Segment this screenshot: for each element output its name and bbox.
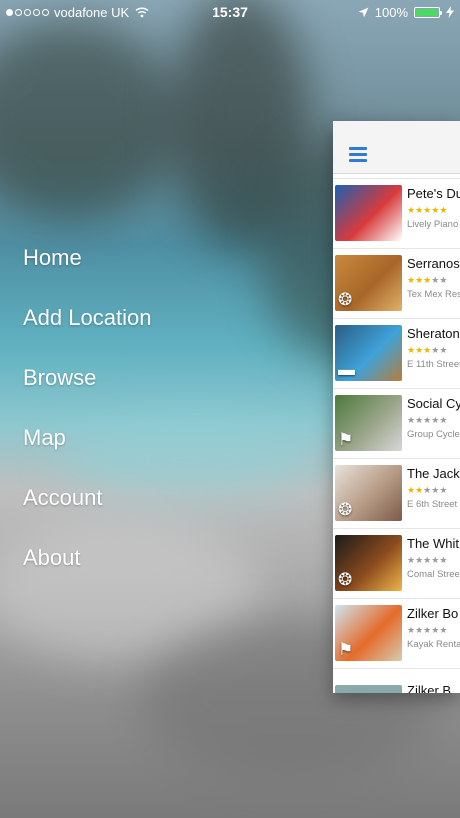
listing-row[interactable]: ⚑ Zilker Bo ★★★★★ Kayak Renta xyxy=(333,598,460,669)
star-icon: ★ xyxy=(439,415,448,425)
hiker-icon: ⚑ xyxy=(338,430,354,449)
location-arrow-icon xyxy=(358,7,369,17)
charging-bolt-icon xyxy=(446,6,454,18)
rating-stars: ★★★★★ xyxy=(407,275,447,286)
battery-percent: 100% xyxy=(374,4,408,20)
partial-listing-name: Zilker B xyxy=(407,683,452,693)
rating-stars: ★★★★★ xyxy=(407,555,447,566)
menu-item-about[interactable]: About xyxy=(23,540,151,600)
listing-subtitle: Lively Piano xyxy=(407,219,459,230)
listing-thumbnail: ▬ xyxy=(335,325,402,381)
panel-navigation-bar xyxy=(333,121,460,174)
star-icon: ★ xyxy=(439,275,448,285)
star-icon: ★ xyxy=(439,205,448,215)
listing-name: Social Cy xyxy=(407,396,460,411)
side-menu: Home Add Location Browse Map Account Abo… xyxy=(23,240,151,600)
listing-subtitle: E 6th Street xyxy=(407,499,458,510)
menu-item-account[interactable]: Account xyxy=(23,480,151,540)
content-panel[interactable]: Pete's Du ★★★★★ Lively Piano ❂ Serranos ★★★★★… xyxy=(333,121,460,693)
listing-subtitle: E 11th Street xyxy=(407,359,460,370)
star-icon: ★ xyxy=(415,415,424,425)
star-icon: ★ xyxy=(407,555,416,565)
star-icon: ★ xyxy=(415,205,424,215)
fork-knife-icon: ❂ xyxy=(338,290,353,309)
star-icon: ★ xyxy=(439,625,448,635)
listing-name: Sheraton xyxy=(407,326,460,341)
listing-name: Serranos xyxy=(407,256,460,271)
listing-subtitle: Kayak Renta xyxy=(407,639,460,650)
star-icon: ★ xyxy=(407,275,416,285)
bed-icon: ▬ xyxy=(338,360,355,379)
listing-thumbnail: ❂ xyxy=(335,255,402,311)
hiker-icon: ⚑ xyxy=(338,640,354,659)
listing-thumbnail: ⚑ xyxy=(335,605,402,661)
listing-row[interactable]: ⚑ Social Cy ★★★★★ Group Cycle xyxy=(333,388,460,459)
hamburger-menu-icon[interactable] xyxy=(349,147,367,162)
rating-stars: ★★★★★ xyxy=(407,625,447,636)
menu-item-browse[interactable]: Browse xyxy=(23,360,151,420)
fork-knife-icon: ❂ xyxy=(338,570,353,589)
listing-name: Pete's Du xyxy=(407,186,460,201)
status-bar: vodafone UK 15:37 100% xyxy=(0,0,460,24)
star-icon: ★ xyxy=(415,275,424,285)
star-icon: ★ xyxy=(407,205,416,215)
listing-thumbnail: ❂ xyxy=(335,535,402,591)
rating-stars: ★★★★★ xyxy=(407,345,447,356)
listing-subtitle: Group Cycle xyxy=(407,429,460,440)
listing-name: The Whit xyxy=(407,536,460,551)
star-icon: ★ xyxy=(439,485,448,495)
listing-row[interactable]: Pete's Du ★★★★★ Lively Piano xyxy=(333,178,460,249)
listing-thumbnail: ❂ xyxy=(335,465,402,521)
rating-stars: ★★★★★ xyxy=(407,415,447,426)
listing-row[interactable]: ❂ The Whit ★★★★★ Comal Stree xyxy=(333,528,460,599)
listing-name: Zilker Bo xyxy=(407,606,459,621)
rating-stars: ★★★★★ xyxy=(407,205,447,216)
star-icon: ★ xyxy=(407,345,416,355)
listing-subtitle: Comal Stree xyxy=(407,569,460,580)
star-icon: ★ xyxy=(439,345,448,355)
listing-row[interactable]: ❂ The Jack ★★★★★ E 6th Street xyxy=(333,458,460,529)
listing-row[interactable]: ▬ Sheraton ★★★★★ E 11th Street xyxy=(333,318,460,389)
star-icon: ★ xyxy=(407,485,416,495)
listing-subtitle: Tex Mex Res xyxy=(407,289,460,300)
menu-item-map[interactable]: Map xyxy=(23,420,151,480)
menu-item-home[interactable]: Home xyxy=(23,240,151,300)
listing-name: The Jack xyxy=(407,466,460,481)
star-icon: ★ xyxy=(415,345,424,355)
star-icon: ★ xyxy=(439,555,448,565)
listing-row[interactable]: ❂ Serranos ★★★★★ Tex Mex Res xyxy=(333,248,460,319)
battery-icon xyxy=(414,6,442,18)
listing-thumbnail: ⚑ xyxy=(335,395,402,451)
partial-thumbnail xyxy=(335,685,402,693)
listing-thumbnail xyxy=(335,185,402,241)
star-icon: ★ xyxy=(415,485,424,495)
star-icon: ★ xyxy=(407,625,416,635)
star-icon: ★ xyxy=(407,415,416,425)
star-icon: ★ xyxy=(415,625,424,635)
menu-item-add-location[interactable]: Add Location xyxy=(23,300,151,360)
rating-stars: ★★★★★ xyxy=(407,485,447,496)
fork-knife-icon: ❂ xyxy=(338,500,353,519)
star-icon: ★ xyxy=(415,555,424,565)
